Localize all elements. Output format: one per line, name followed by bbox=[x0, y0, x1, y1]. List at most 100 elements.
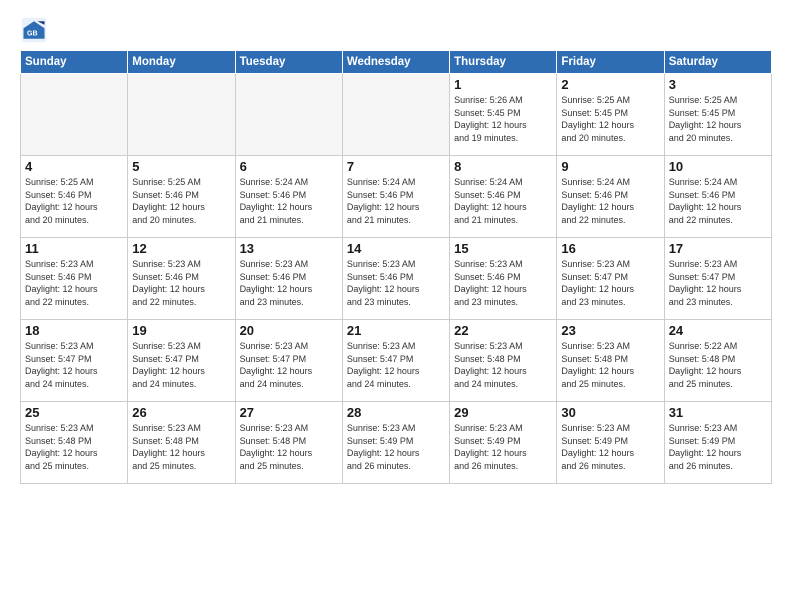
day-info: Sunrise: 5:23 AM Sunset: 5:46 PM Dayligh… bbox=[347, 258, 445, 308]
day-info: Sunrise: 5:23 AM Sunset: 5:46 PM Dayligh… bbox=[132, 258, 230, 308]
calendar-week-5: 25 Sunrise: 5:23 AM Sunset: 5:48 PM Dayli… bbox=[21, 402, 772, 484]
calendar-cell: 19Sunrise: 5:23 AM Sunset: 5:47 PM Dayli… bbox=[128, 320, 235, 402]
day-info: Sunrise: 5:23 AM Sunset: 5:46 PM Dayligh… bbox=[25, 258, 123, 308]
svg-text:GB: GB bbox=[27, 30, 38, 37]
calendar-cell: 10 Sunrise: 5:24 AM Sunset: 5:46 PM Dayli… bbox=[664, 156, 771, 238]
day-number: 23 bbox=[561, 323, 659, 338]
day-info: Sunrise: 5:23 AM Sunset: 5:49 PM Dayligh… bbox=[669, 422, 767, 472]
day-number: 3 bbox=[669, 77, 767, 92]
day-number: 31 bbox=[669, 405, 767, 420]
calendar-cell: 1 Sunrise: 5:26 AM Sunset: 5:45 PM Daylig… bbox=[450, 74, 557, 156]
weekday-header-friday: Friday bbox=[557, 51, 664, 74]
day-number: 20 bbox=[240, 323, 338, 338]
calendar-cell bbox=[128, 74, 235, 156]
day-info: Sunrise: 5:24 AM Sunset: 5:46 PM Dayligh… bbox=[240, 176, 338, 226]
day-info: Sunrise: 5:24 AM Sunset: 5:46 PM Dayligh… bbox=[561, 176, 659, 226]
calendar-cell: 6 Sunrise: 5:24 AM Sunset: 5:46 PM Daylig… bbox=[235, 156, 342, 238]
day-info: Sunrise: 5:23 AM Sunset: 5:49 PM Dayligh… bbox=[561, 422, 659, 472]
day-info: Sunrise: 5:25 AM Sunset: 5:45 PM Dayligh… bbox=[669, 94, 767, 144]
calendar-body: 1 Sunrise: 5:26 AM Sunset: 5:45 PM Daylig… bbox=[21, 74, 772, 484]
calendar-cell: 4 Sunrise: 5:25 AM Sunset: 5:46 PM Daylig… bbox=[21, 156, 128, 238]
calendar-cell: 25 Sunrise: 5:23 AM Sunset: 5:48 PM Dayli… bbox=[21, 402, 128, 484]
calendar-week-2: 4 Sunrise: 5:25 AM Sunset: 5:46 PM Daylig… bbox=[21, 156, 772, 238]
day-number: 5 bbox=[132, 159, 230, 174]
calendar-cell: 17Sunrise: 5:23 AM Sunset: 5:47 PM Dayli… bbox=[664, 238, 771, 320]
calendar-cell bbox=[235, 74, 342, 156]
day-info: Sunrise: 5:25 AM Sunset: 5:46 PM Dayligh… bbox=[25, 176, 123, 226]
day-info: Sunrise: 5:23 AM Sunset: 5:47 PM Dayligh… bbox=[669, 258, 767, 308]
calendar-cell: 7Sunrise: 5:24 AM Sunset: 5:46 PM Daylig… bbox=[342, 156, 449, 238]
day-info: Sunrise: 5:23 AM Sunset: 5:48 PM Dayligh… bbox=[25, 422, 123, 472]
calendar-week-3: 11Sunrise: 5:23 AM Sunset: 5:46 PM Dayli… bbox=[21, 238, 772, 320]
logo: GB bbox=[20, 16, 52, 44]
day-number: 29 bbox=[454, 405, 552, 420]
day-number: 9 bbox=[561, 159, 659, 174]
calendar: SundayMondayTuesdayWednesdayThursdayFrid… bbox=[20, 50, 772, 484]
weekday-header-saturday: Saturday bbox=[664, 51, 771, 74]
day-number: 6 bbox=[240, 159, 338, 174]
logo-icon: GB bbox=[20, 16, 48, 44]
day-number: 28 bbox=[347, 405, 445, 420]
day-number: 26 bbox=[132, 405, 230, 420]
calendar-cell: 20 Sunrise: 5:23 AM Sunset: 5:47 PM Dayli… bbox=[235, 320, 342, 402]
day-number: 30 bbox=[561, 405, 659, 420]
day-info: Sunrise: 5:24 AM Sunset: 5:46 PM Dayligh… bbox=[454, 176, 552, 226]
day-info: Sunrise: 5:23 AM Sunset: 5:48 PM Dayligh… bbox=[240, 422, 338, 472]
day-info: Sunrise: 5:23 AM Sunset: 5:48 PM Dayligh… bbox=[454, 340, 552, 390]
calendar-cell: 31 Sunrise: 5:23 AM Sunset: 5:49 PM Dayli… bbox=[664, 402, 771, 484]
calendar-cell: 26 Sunrise: 5:23 AM Sunset: 5:48 PM Dayli… bbox=[128, 402, 235, 484]
calendar-cell: 28 Sunrise: 5:23 AM Sunset: 5:49 PM Dayli… bbox=[342, 402, 449, 484]
calendar-cell: 13Sunrise: 5:23 AM Sunset: 5:46 PM Dayli… bbox=[235, 238, 342, 320]
day-info: Sunrise: 5:23 AM Sunset: 5:47 PM Dayligh… bbox=[561, 258, 659, 308]
calendar-cell bbox=[342, 74, 449, 156]
calendar-cell: 21 Sunrise: 5:23 AM Sunset: 5:47 PM Dayli… bbox=[342, 320, 449, 402]
day-number: 10 bbox=[669, 159, 767, 174]
calendar-cell: 30 Sunrise: 5:23 AM Sunset: 5:49 PM Dayli… bbox=[557, 402, 664, 484]
calendar-cell: 11Sunrise: 5:23 AM Sunset: 5:46 PM Dayli… bbox=[21, 238, 128, 320]
header-row: SundayMondayTuesdayWednesdayThursdayFrid… bbox=[21, 51, 772, 74]
day-info: Sunrise: 5:23 AM Sunset: 5:47 PM Dayligh… bbox=[240, 340, 338, 390]
calendar-week-1: 1 Sunrise: 5:26 AM Sunset: 5:45 PM Daylig… bbox=[21, 74, 772, 156]
weekday-header-monday: Monday bbox=[128, 51, 235, 74]
weekday-header-tuesday: Tuesday bbox=[235, 51, 342, 74]
calendar-cell: 14 Sunrise: 5:23 AM Sunset: 5:46 PM Dayli… bbox=[342, 238, 449, 320]
day-number: 18 bbox=[25, 323, 123, 338]
day-info: Sunrise: 5:26 AM Sunset: 5:45 PM Dayligh… bbox=[454, 94, 552, 144]
day-number: 4 bbox=[25, 159, 123, 174]
weekday-header-sunday: Sunday bbox=[21, 51, 128, 74]
day-number: 25 bbox=[25, 405, 123, 420]
day-number: 19 bbox=[132, 323, 230, 338]
day-info: Sunrise: 5:23 AM Sunset: 5:48 PM Dayligh… bbox=[132, 422, 230, 472]
calendar-cell: 3 Sunrise: 5:25 AM Sunset: 5:45 PM Daylig… bbox=[664, 74, 771, 156]
header: GB bbox=[20, 16, 772, 44]
calendar-cell: 15Sunrise: 5:23 AM Sunset: 5:46 PM Dayli… bbox=[450, 238, 557, 320]
day-info: Sunrise: 5:23 AM Sunset: 5:48 PM Dayligh… bbox=[561, 340, 659, 390]
day-number: 2 bbox=[561, 77, 659, 92]
day-info: Sunrise: 5:25 AM Sunset: 5:45 PM Dayligh… bbox=[561, 94, 659, 144]
day-number: 22 bbox=[454, 323, 552, 338]
day-info: Sunrise: 5:25 AM Sunset: 5:46 PM Dayligh… bbox=[132, 176, 230, 226]
day-info: Sunrise: 5:24 AM Sunset: 5:46 PM Dayligh… bbox=[669, 176, 767, 226]
day-number: 16 bbox=[561, 241, 659, 256]
page: GB SundayMondayTuesdayWednesdayThursdayF… bbox=[0, 0, 792, 612]
calendar-cell: 24Sunrise: 5:22 AM Sunset: 5:48 PM Dayli… bbox=[664, 320, 771, 402]
day-number: 13 bbox=[240, 241, 338, 256]
day-info: Sunrise: 5:23 AM Sunset: 5:49 PM Dayligh… bbox=[347, 422, 445, 472]
day-info: Sunrise: 5:23 AM Sunset: 5:47 PM Dayligh… bbox=[347, 340, 445, 390]
day-number: 14 bbox=[347, 241, 445, 256]
calendar-header: SundayMondayTuesdayWednesdayThursdayFrid… bbox=[21, 51, 772, 74]
day-number: 1 bbox=[454, 77, 552, 92]
day-number: 21 bbox=[347, 323, 445, 338]
day-number: 27 bbox=[240, 405, 338, 420]
calendar-cell: 29Sunrise: 5:23 AM Sunset: 5:49 PM Dayli… bbox=[450, 402, 557, 484]
calendar-cell bbox=[21, 74, 128, 156]
weekday-header-thursday: Thursday bbox=[450, 51, 557, 74]
day-number: 8 bbox=[454, 159, 552, 174]
calendar-cell: 23 Sunrise: 5:23 AM Sunset: 5:48 PM Dayli… bbox=[557, 320, 664, 402]
calendar-cell: 27 Sunrise: 5:23 AM Sunset: 5:48 PM Dayli… bbox=[235, 402, 342, 484]
calendar-cell: 2 Sunrise: 5:25 AM Sunset: 5:45 PM Daylig… bbox=[557, 74, 664, 156]
calendar-cell: 9 Sunrise: 5:24 AM Sunset: 5:46 PM Daylig… bbox=[557, 156, 664, 238]
day-number: 15 bbox=[454, 241, 552, 256]
day-number: 12 bbox=[132, 241, 230, 256]
calendar-cell: 22 Sunrise: 5:23 AM Sunset: 5:48 PM Dayli… bbox=[450, 320, 557, 402]
